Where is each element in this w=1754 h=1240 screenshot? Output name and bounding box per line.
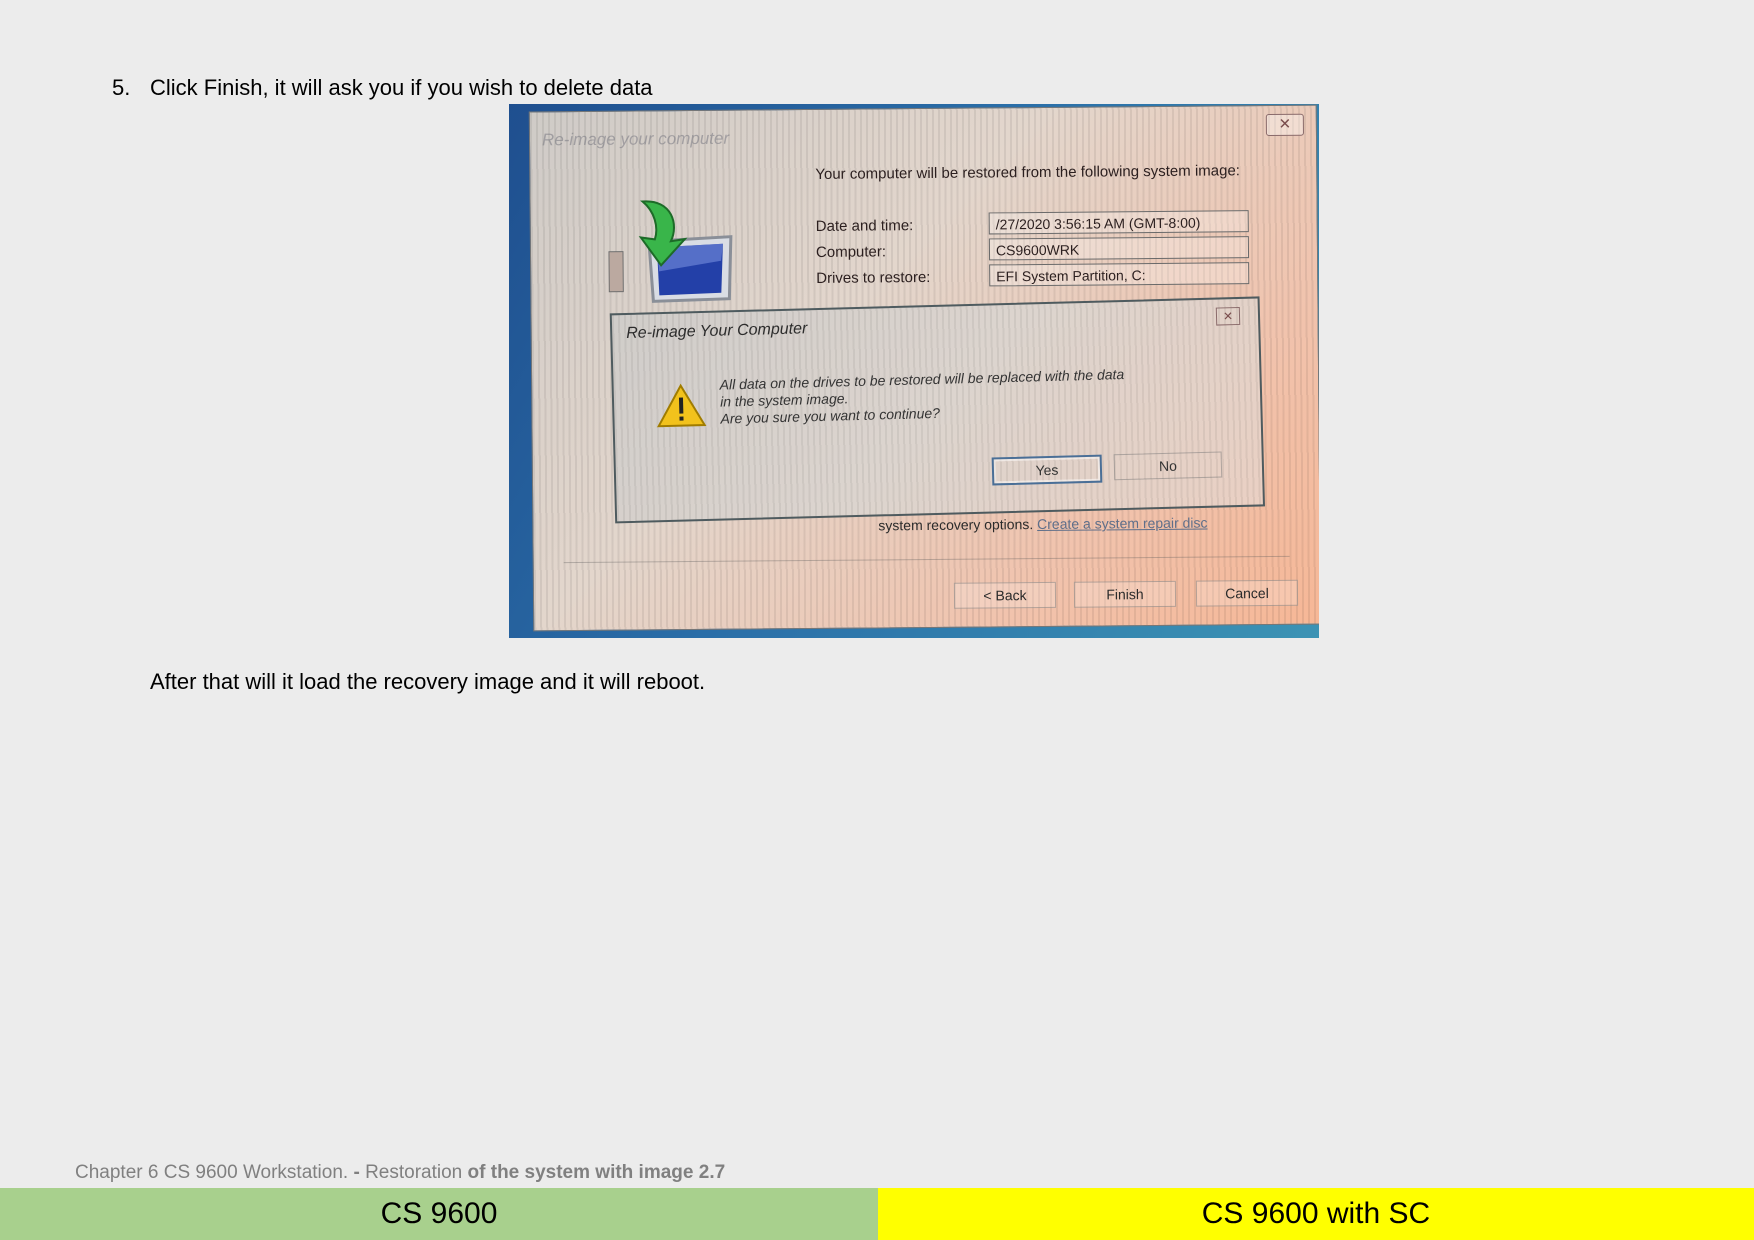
caption-bold: of the system with image 2.7 [467, 1162, 726, 1183]
caption-dash: - [353, 1162, 366, 1183]
back-button[interactable]: < Back [953, 581, 1057, 609]
window-divider [563, 555, 1290, 564]
after-text: After that will it load the recovery ima… [150, 669, 706, 694]
no-button[interactable]: No [1113, 451, 1223, 481]
footer-bar: CS 9600 CS 9600 with SC [0, 1188, 1754, 1240]
dialog-title: Re-image Your Computer [626, 320, 808, 343]
finish-button[interactable]: Finish [1073, 580, 1177, 608]
step-number: 5. [112, 75, 131, 100]
computer-field: CS9600WRK [988, 236, 1250, 261]
drives-label: Drives to restore: [816, 268, 931, 287]
confirm-dialog: Re-image Your Computer ✕ All data on the… [609, 296, 1266, 524]
screenshot-photo: Re-image your computer ✕ Your computer w… [509, 104, 1319, 638]
drives-field: EFI System Partition, C: [989, 262, 1250, 287]
warning-icon [656, 383, 707, 428]
dialog-message: All data on the drives to be restored wi… [719, 363, 1220, 427]
window-title: Re-image your computer [541, 128, 730, 150]
step-text: Click Finish, it will ask you if you wis… [150, 75, 653, 100]
restore-intro-text: Your computer will be restored from the … [815, 162, 1241, 183]
system-restore-icon [608, 200, 733, 303]
window-close-button[interactable]: ✕ [1265, 113, 1304, 137]
dialog-close-button[interactable]: ✕ [1215, 306, 1241, 326]
date-time-label: Date and time: [815, 217, 914, 235]
cancel-button[interactable]: Cancel [1195, 579, 1299, 607]
recovery-options-line: system recovery options. Create a system… [878, 515, 1207, 534]
create-repair-disc-link[interactable]: Create a system repair disc [1037, 515, 1208, 532]
footer-caption: Chapter 6 CS 9600 Workstation. - Restora… [75, 1162, 725, 1184]
step-instruction: 5. Click Finish, it will ask you if you w… [112, 74, 653, 102]
footer-right-label: CS 9600 with SC [878, 1188, 1754, 1240]
caption-prefix: Chapter 6 CS 9600 Workstation. [75, 1162, 354, 1183]
reimage-window: Re-image your computer ✕ Your computer w… [528, 104, 1319, 632]
date-time-field: /27/2020 3:56:15 AM (GMT-8:00) [988, 210, 1249, 235]
computer-label: Computer: [815, 243, 887, 261]
caption-mid: Restoration [365, 1162, 468, 1183]
recovery-options-text: system recovery options. [878, 516, 1034, 534]
footer-left-label: CS 9600 [0, 1188, 878, 1240]
yes-button[interactable]: Yes [991, 454, 1103, 486]
